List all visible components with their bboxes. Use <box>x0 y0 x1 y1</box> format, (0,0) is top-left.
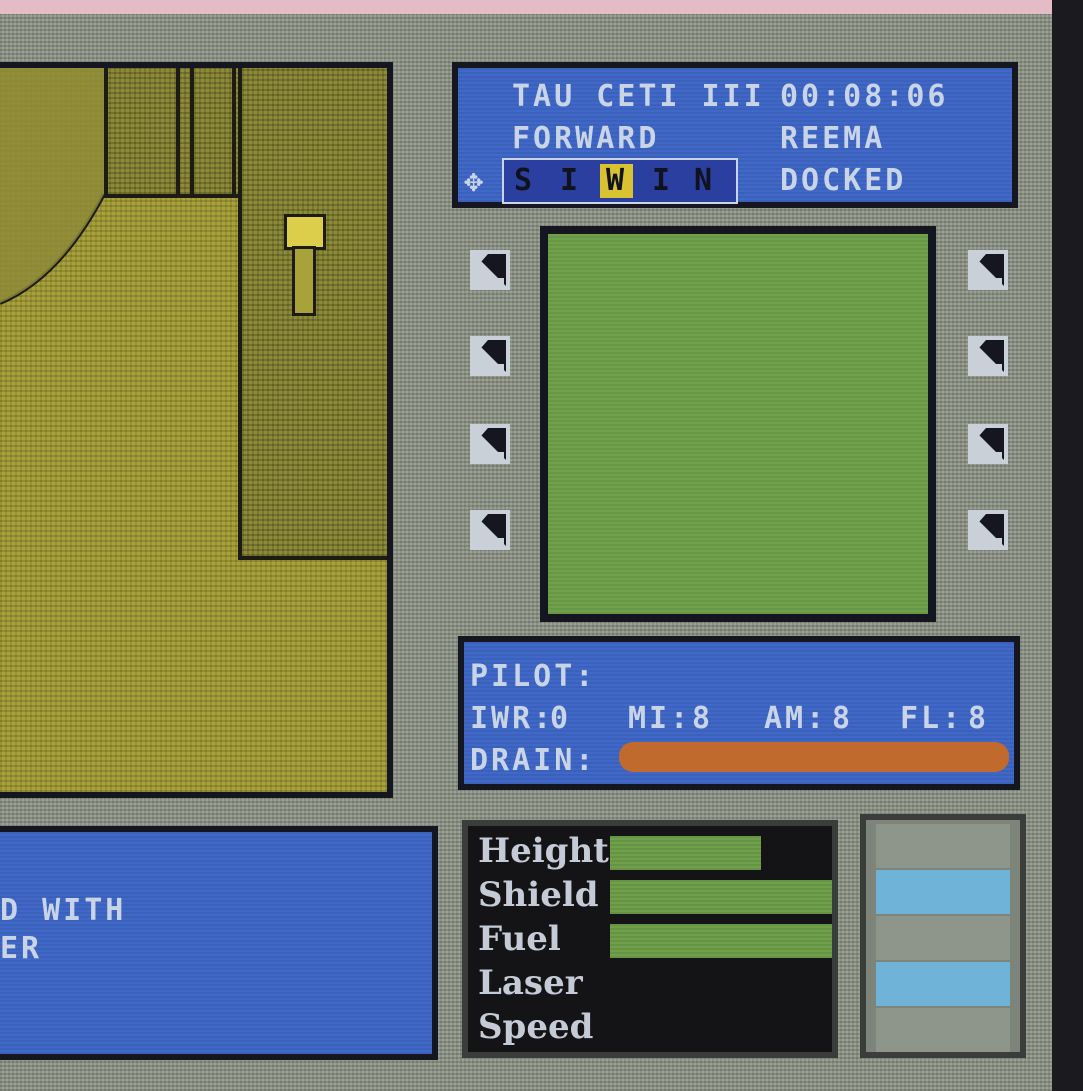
dock-arch <box>0 68 106 305</box>
stat-am-value: 8 <box>832 701 854 736</box>
gauge-bar-fill-2 <box>610 924 832 958</box>
docked-ship-stem <box>292 246 316 316</box>
indicator-light-3 <box>876 962 1010 1006</box>
left-console-button-1[interactable] <box>468 248 512 292</box>
gauge-bar-fill-1 <box>610 880 832 914</box>
left-console-button-3[interactable] <box>468 422 512 466</box>
gauge-panel: Height Shield Fuel Laser Speed <box>462 820 838 1058</box>
gauge-label-2: Fuel <box>478 919 561 959</box>
gauge-bar-4 <box>610 1012 832 1046</box>
viewport-window <box>0 62 393 798</box>
planet-name: TAU CETI III <box>512 79 765 114</box>
status-panel: TAU CETI III 00:08:06 FORWARD REEMA ✥ S … <box>452 62 1018 208</box>
photo-right-border <box>1052 0 1083 1091</box>
dock-status: DOCKED <box>780 163 907 198</box>
gauge-label-3: Laser <box>478 963 583 1003</box>
mode-letter-i2[interactable]: I <box>652 166 673 196</box>
drain-bar <box>619 742 1009 772</box>
stat-iwr-value: 0 <box>550 701 572 736</box>
mode-letter-w-selected[interactable]: W <box>600 164 634 198</box>
mode-arrow-icon: ✥ <box>464 161 487 199</box>
stat-am-label: AM: <box>764 701 828 736</box>
stat-fl-value: 8 <box>968 701 990 736</box>
mode-letter-s[interactable]: S <box>514 166 535 196</box>
stat-fl-label: FL: <box>900 701 964 736</box>
indicator-light-4 <box>876 1008 1010 1052</box>
drain-label: DRAIN: <box>470 743 597 778</box>
message-line-2: ER <box>0 931 43 966</box>
indicator-light-0 <box>876 824 1010 868</box>
indicator-light-2 <box>876 916 1010 960</box>
pilot-panel: PILOT: IWR: 0 MI: 8 AM: 8 FL: 8 DRAIN: <box>458 636 1020 790</box>
left-console-button-4[interactable] <box>468 508 512 552</box>
left-console-button-2[interactable] <box>468 334 512 378</box>
indicator-panel <box>860 814 1026 1058</box>
view-direction: FORWARD <box>512 121 660 156</box>
stat-mi-label: MI: <box>628 701 692 736</box>
gauge-bar-fill-0 <box>610 836 761 870</box>
mode-letter-n[interactable]: N <box>694 166 715 196</box>
message-line-1: D WITH <box>0 893 127 928</box>
right-console-button-2[interactable] <box>966 334 1010 378</box>
gauge-bar-0 <box>610 836 832 870</box>
mode-selector[interactable]: S I W I N <box>502 158 738 204</box>
indicator-light-1 <box>876 870 1010 914</box>
drain-bar-fill <box>619 742 1009 772</box>
mode-letter-i1[interactable]: I <box>560 166 581 196</box>
docked-ship-marker <box>284 214 326 250</box>
mission-clock: 00:08:06 <box>780 79 949 114</box>
stat-mi-value: 8 <box>692 701 714 736</box>
gauge-bar-1 <box>610 880 832 914</box>
stat-iwr-label: IWR: <box>470 701 555 736</box>
right-console-button-1[interactable] <box>966 248 1010 292</box>
gauge-bar-2 <box>610 924 832 958</box>
pilot-title: PILOT: <box>470 659 597 694</box>
message-panel: D WITH ER <box>0 826 438 1060</box>
gauge-label-0: Height <box>478 831 609 871</box>
right-console-button-3[interactable] <box>966 422 1010 466</box>
game-screen: TAU CETI III 00:08:06 FORWARD REEMA ✥ S … <box>0 14 1052 1091</box>
zone-name: REEMA <box>780 121 886 156</box>
right-console-button-4[interactable] <box>966 508 1010 552</box>
gauge-label-1: Shield <box>478 875 599 915</box>
gauge-label-4: Speed <box>478 1007 594 1047</box>
gauge-bar-3 <box>610 968 832 1002</box>
scanner-screen <box>540 226 936 622</box>
